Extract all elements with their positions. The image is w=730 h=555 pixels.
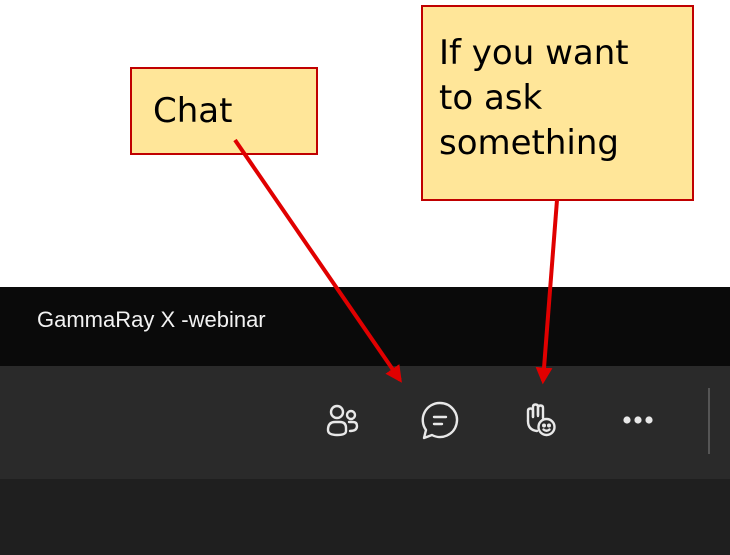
chat-callout: Chat [130,67,318,155]
ask-question-callout: If you want to ask something [421,5,694,201]
raise-hand-reactions-button[interactable] [516,396,564,444]
ask-callout-line-3: something [439,123,620,163]
chat-callout-label: Chat [153,91,233,131]
meeting-toolbar [0,366,730,479]
window-title-bar: GammaRay X -webinar [0,287,730,366]
more-options-button[interactable] [614,396,662,444]
people-button[interactable] [318,396,366,444]
people-icon [326,404,359,437]
raise-hand-reactions-icon [526,403,556,437]
toolbar-divider [708,388,710,454]
more-options-icon [623,416,653,424]
meeting-stage [0,479,730,555]
meeting-title: GammaRay X -webinar [37,307,266,332]
ask-callout-line-2: to ask [439,78,543,118]
chat-button[interactable] [416,396,464,444]
ask-callout-line-1: If you want [439,33,629,73]
chat-icon [421,401,459,440]
